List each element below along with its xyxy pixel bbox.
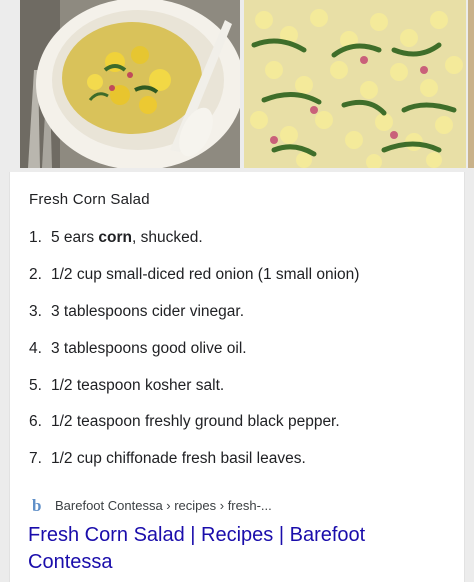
ingredients-list: 1. 5 ears corn, shucked. 2. 1/2 cup small-…: [29, 228, 459, 486]
corn-salad-plate-image[interactable]: [20, 0, 240, 168]
barefoot-contessa-b-icon: b: [29, 496, 47, 515]
highlighted-term: corn: [98, 229, 132, 246]
image-carousel[interactable]: [0, 0, 474, 170]
corn-basil-closeup-image[interactable]: [244, 0, 466, 168]
source-breadcrumb[interactable]: b Barefoot Contessa › recipes › fresh-..…: [29, 494, 272, 516]
recipe-result-card: Fresh Corn Salad 1. 5 ears corn, shucked.…: [9, 172, 465, 582]
cropped-third-image[interactable]: [468, 0, 474, 168]
ingredient-item: 6. 1/2 teaspoon freshly ground black pepp…: [29, 413, 340, 431]
breadcrumb-text: Barefoot Contessa › recipes › fresh-...: [55, 497, 272, 513]
ingredient-item: 1. 5 ears corn, shucked.: [29, 229, 203, 246]
ingredient-item: 7. 1/2 cup chiffonade fresh basil leaves.: [29, 450, 306, 468]
recipe-title: Fresh Corn Salad: [29, 191, 150, 208]
ingredient-item: 5. 1/2 teaspoon kosher salt.: [29, 376, 225, 394]
result-title-link[interactable]: Fresh Corn Salad | Recipes | Barefoot Co…: [28, 522, 448, 576]
svg-text:b: b: [32, 496, 41, 514]
ingredient-item: 2. 1/2 cup small-diced red onion (1 small…: [29, 265, 360, 283]
ingredient-item: 3. 3 tablespoons cider vinegar.: [29, 302, 245, 320]
ingredient-item: 4. 3 tablespoons good olive oil.: [29, 339, 247, 357]
